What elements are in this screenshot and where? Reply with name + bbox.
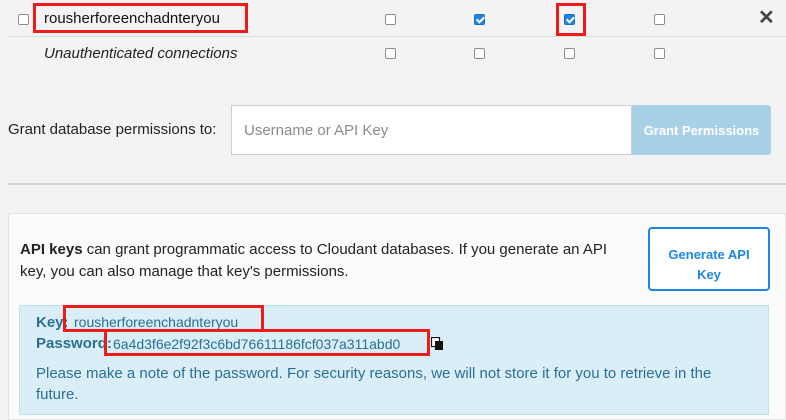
api-key-note: Please make a note of the password. For … bbox=[36, 365, 712, 403]
permission-checkbox-3[interactable] bbox=[564, 48, 575, 59]
section-divider bbox=[8, 183, 786, 185]
generate-api-key-label-1: Generate API bbox=[668, 246, 750, 262]
permission-user-name: Unauthenticated connections bbox=[44, 45, 238, 62]
generate-api-key-label-2: Key bbox=[697, 266, 721, 282]
generate-api-key-button[interactable]: Generate API Key bbox=[648, 227, 770, 291]
permission-checkbox-2[interactable] bbox=[474, 48, 485, 59]
api-key-value: rousherforeenchadnteryou bbox=[74, 314, 239, 330]
close-icon[interactable]: ✕ bbox=[758, 8, 775, 28]
permission-checkbox-4[interactable] bbox=[654, 48, 665, 59]
permission-checkbox-3[interactable] bbox=[564, 14, 575, 25]
permission-row-unauthenticated: Unauthenticated connections bbox=[8, 37, 786, 73]
row-select-checkbox[interactable] bbox=[18, 14, 29, 25]
api-key-label: Key: bbox=[36, 314, 69, 331]
api-password-value: 6a4d3f6e2f92f3c6bd76611186fcf037a311abd0 bbox=[113, 336, 401, 352]
permission-checkbox-1[interactable] bbox=[385, 48, 396, 59]
grant-permissions-label: Grant database permissions to: bbox=[8, 121, 217, 138]
permission-checkbox-1[interactable] bbox=[385, 14, 396, 25]
api-password-label: Password: bbox=[36, 335, 112, 352]
permission-checkbox-2[interactable] bbox=[474, 14, 485, 25]
api-keys-description: API keys can grant programmatic access t… bbox=[20, 239, 630, 283]
grant-permissions-button[interactable]: Grant Permissions bbox=[632, 105, 771, 155]
permission-row-user: rousherforeenchadnteryou ✕ bbox=[8, 1, 786, 37]
copy-icon[interactable] bbox=[431, 337, 444, 351]
grant-username-input[interactable] bbox=[231, 105, 632, 155]
api-keys-heading: API keys bbox=[20, 241, 83, 258]
permission-user-name: rousherforeenchadnteryou bbox=[44, 10, 220, 27]
api-keys-text: can grant programmatic access to Cloudan… bbox=[20, 241, 608, 280]
permission-checkbox-4[interactable] bbox=[654, 14, 665, 25]
